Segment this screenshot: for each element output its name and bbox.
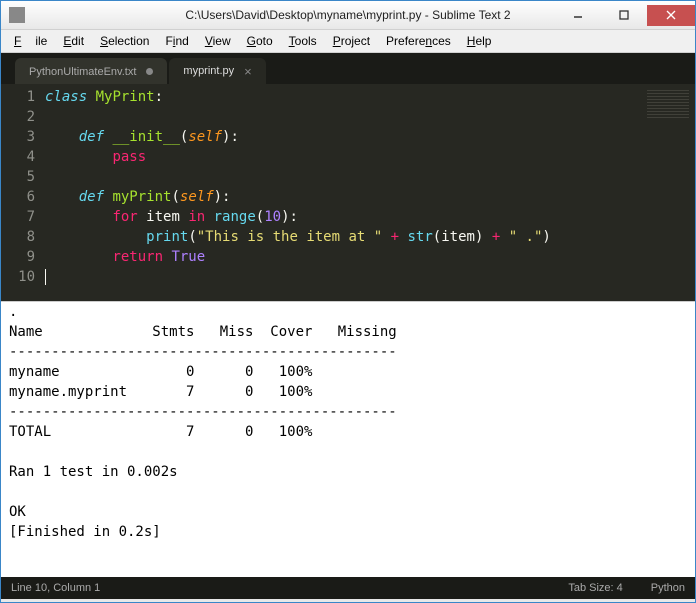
minimize-button[interactable]	[555, 5, 601, 26]
tab-inactive[interactable]: PythonUltimateEnv.txt	[15, 58, 167, 84]
close-icon	[666, 10, 676, 20]
close-button[interactable]	[647, 5, 695, 26]
menu-goto[interactable]: Goto	[240, 32, 280, 50]
tab-active[interactable]: myprint.py ×	[169, 58, 265, 84]
tab-label: PythonUltimateEnv.txt	[29, 66, 136, 78]
menu-selection[interactable]: Selection	[93, 32, 156, 50]
menu-tools[interactable]: Tools	[282, 32, 324, 50]
minimize-icon	[573, 10, 583, 20]
menu-file[interactable]: File	[7, 32, 54, 50]
editor-area: PythonUltimateEnv.txt myprint.py × 12345…	[1, 53, 695, 301]
minimap[interactable]	[635, 84, 695, 301]
tab-bar: PythonUltimateEnv.txt myprint.py ×	[1, 53, 695, 84]
status-syntax[interactable]: Python	[651, 582, 685, 594]
line-gutter: 12345678910	[1, 84, 45, 301]
menu-view[interactable]: View	[198, 32, 238, 50]
menu-edit[interactable]: Edit	[56, 32, 91, 50]
minimap-preview	[647, 90, 689, 120]
window-controls	[555, 5, 695, 26]
dirty-indicator-icon	[146, 68, 153, 75]
window-titlebar: C:\Users\David\Desktop\myname\myprint.py…	[1, 1, 695, 30]
app-icon	[9, 7, 25, 23]
menubar: File Edit Selection Find View Goto Tools…	[1, 30, 695, 53]
menu-help[interactable]: Help	[460, 32, 499, 50]
code-content[interactable]: class MyPrint: def __init__(self): pass …	[45, 84, 635, 301]
status-position: Line 10, Column 1	[11, 582, 540, 594]
tab-close-icon[interactable]: ×	[244, 64, 252, 79]
code-body: 12345678910 class MyPrint: def __init__(…	[1, 84, 695, 301]
menu-find[interactable]: Find	[158, 32, 195, 50]
build-output[interactable]: . Name Stmts Miss Cover Missing --------…	[1, 301, 695, 577]
statusbar: Line 10, Column 1 Tab Size: 4 Python	[1, 577, 695, 599]
menu-preferences[interactable]: Preferences	[379, 32, 458, 50]
maximize-icon	[619, 10, 629, 20]
status-tab-size[interactable]: Tab Size: 4	[568, 582, 622, 594]
menu-project[interactable]: Project	[326, 32, 377, 50]
maximize-button[interactable]	[601, 5, 647, 26]
tab-label: myprint.py	[183, 65, 234, 77]
